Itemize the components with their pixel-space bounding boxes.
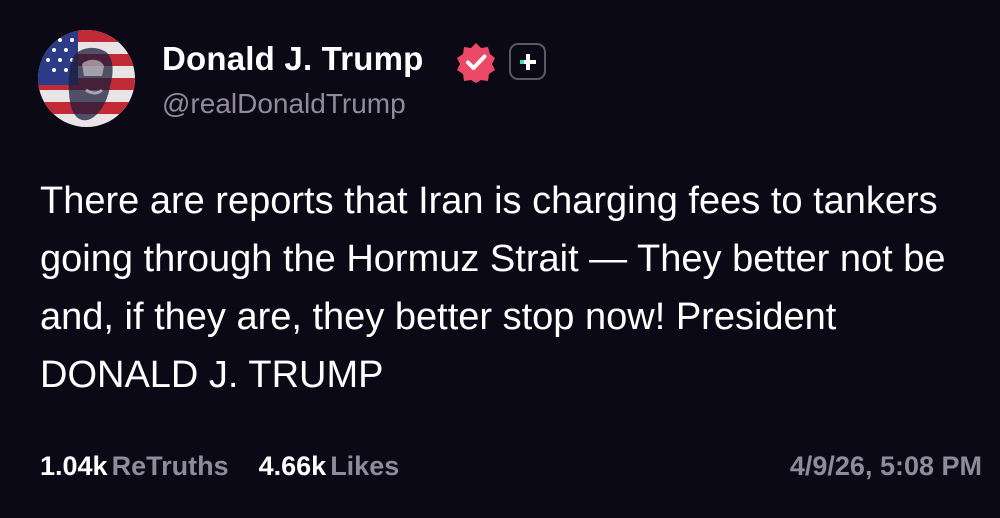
post-body-text: There are reports that Iran is charging … xyxy=(40,180,946,396)
post-card: Donald J. Trump @realDonaldTrump There a… xyxy=(0,0,1000,518)
plus-subscription-icon xyxy=(519,53,536,70)
likes-stat[interactable]: 4.66k Likes xyxy=(259,451,400,482)
likes-label: Likes xyxy=(330,451,400,481)
likes-count: 4.66k xyxy=(258,451,327,481)
avatar[interactable] xyxy=(38,30,135,127)
flag-portrait-avatar-icon xyxy=(38,30,135,127)
retruths-stat[interactable]: 1.04k ReTruths xyxy=(40,451,229,482)
verified-badge-icon xyxy=(457,43,495,83)
post-stats: 1.04k ReTruths 4.66k Likes xyxy=(40,451,429,482)
plus-subscription-badge[interactable] xyxy=(509,43,546,80)
author-handle[interactable]: @realDonaldTrump xyxy=(162,88,406,120)
retruths-label: ReTruths xyxy=(111,451,229,481)
retruths-count: 1.04k xyxy=(40,451,108,481)
author-display-name[interactable]: Donald J. Trump xyxy=(162,40,424,78)
post-timestamp[interactable]: 4/9/26, 5:08 PM xyxy=(790,451,982,482)
